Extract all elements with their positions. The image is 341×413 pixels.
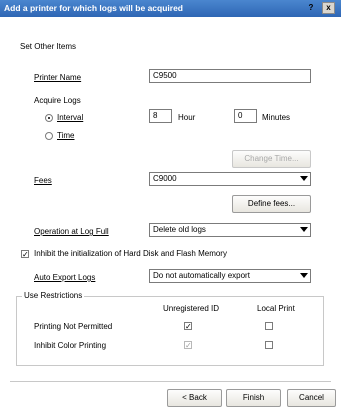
time-radio[interactable] [45,132,53,140]
minutes-input[interactable]: 0 [234,109,257,123]
finish-button[interactable]: Finish [226,389,281,407]
col-unregistered-header: Unregistered ID [163,304,220,313]
help-button[interactable]: ? [305,2,317,14]
auto-export-value: Do not automatically export [153,271,250,280]
use-restrictions-title: Use Restrictions [22,291,85,300]
printing-not-permitted-unregistered-checkbox[interactable]: ✓ [184,322,192,331]
fees-select[interactable]: C9000 [149,172,311,186]
back-button[interactable]: < Back [167,389,222,407]
window-title: Add a printer for which logs will be acq… [4,3,183,13]
chevron-down-icon [300,176,308,181]
hour-input[interactable]: 8 [149,109,172,123]
inhibit-init-checkbox[interactable]: ✓ [21,250,29,259]
interval-label: Interval [57,113,84,122]
close-button[interactable]: x [322,2,335,14]
add-printer-dialog: Add a printer for which logs will be acq… [0,0,341,413]
printer-name-input[interactable]: C9500 [149,69,311,83]
divider [10,381,331,382]
minutes-unit-label: Minutes [262,113,291,122]
chevron-down-icon [300,273,308,278]
printing-not-permitted-label: Printing Not Permitted [34,322,113,331]
chevron-down-icon [300,227,308,232]
fees-select-value: C9000 [153,174,177,183]
printing-not-permitted-local-checkbox[interactable] [265,322,273,330]
time-label: Time [57,131,75,140]
fees-label: Fees [34,176,52,185]
acquire-logs-label: Acquire Logs [34,96,81,105]
interval-radio[interactable] [45,114,53,122]
inhibit-color-unregistered-checkbox[interactable]: ✓ [184,341,192,350]
define-fees-button[interactable]: Define fees... [232,195,311,213]
cancel-button[interactable]: Cancel [287,389,336,407]
auto-export-select[interactable]: Do not automatically export [149,269,311,283]
operation-full-label: Operation at Log Full [34,227,109,236]
printer-name-label: Printer Name [34,73,82,82]
operation-full-select[interactable]: Delete old logs [149,223,311,237]
col-local-print-header: Local Print [257,304,295,313]
inhibit-init-label: Inhibit the initialization of Hard Disk … [34,249,227,258]
operation-full-value: Delete old logs [153,225,206,234]
auto-export-label: Auto Export Logs [34,273,96,282]
inhibit-color-label: Inhibit Color Printing [34,341,107,350]
hour-unit-label: Hour [178,113,196,122]
inhibit-color-local-checkbox[interactable] [265,341,273,349]
section-label: Set Other Items [20,42,77,51]
title-bar: Add a printer for which logs will be acq… [0,0,341,17]
change-time-button[interactable]: Change Time... [232,150,311,168]
